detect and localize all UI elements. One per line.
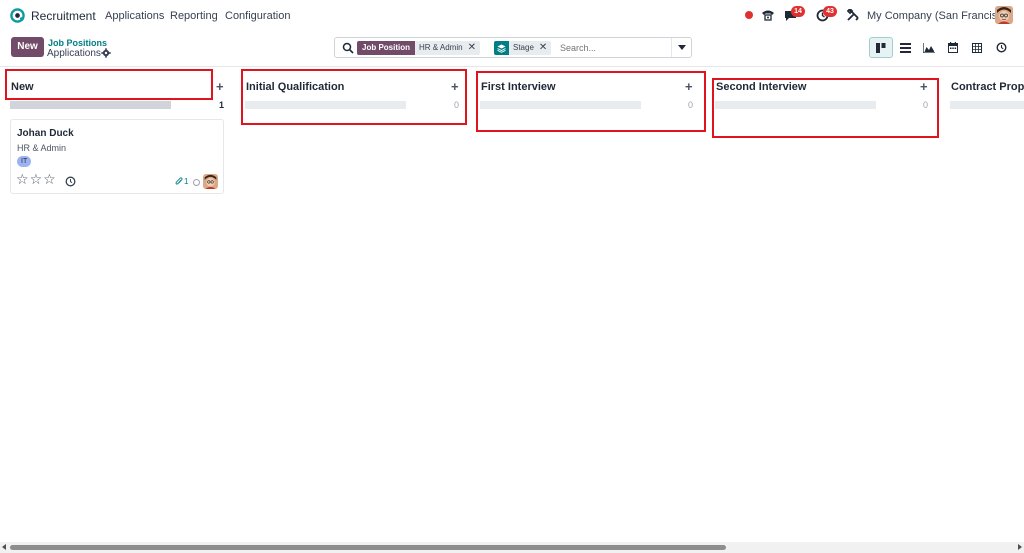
calendar-icon bbox=[948, 42, 958, 53]
list-view-button[interactable] bbox=[893, 37, 917, 58]
top-navbar: Recruitment Applications Reporting Confi… bbox=[0, 0, 1024, 32]
applicant-job-position: HR & Admin bbox=[17, 143, 67, 153]
facet-value: HR & Admin bbox=[419, 43, 463, 52]
pivot-view-button[interactable] bbox=[965, 37, 989, 58]
pivot-table-icon bbox=[972, 42, 982, 53]
company-switcher[interactable]: My Company (San Francisco) bbox=[867, 10, 1013, 22]
clock-icon bbox=[995, 42, 1007, 53]
activity-clock-icon[interactable] bbox=[65, 176, 76, 187]
facet-value-wrap: Stage ✕ bbox=[509, 41, 552, 55]
layers-icon bbox=[494, 41, 509, 55]
horizontal-scrollbar[interactable] bbox=[0, 542, 1024, 553]
search-input[interactable] bbox=[560, 40, 670, 55]
highlight-box bbox=[476, 71, 706, 132]
scroll-left-arrow-icon[interactable] bbox=[2, 544, 6, 550]
priority-stars: ☆ ☆ ☆ bbox=[16, 172, 56, 186]
new-button[interactable]: New bbox=[11, 37, 44, 57]
facet-value: Stage bbox=[513, 43, 534, 52]
star-icon[interactable]: ☆ bbox=[30, 172, 43, 186]
activities-badge: 43 bbox=[823, 6, 837, 17]
highlight-box bbox=[5, 69, 213, 100]
menu-configuration[interactable]: Configuration bbox=[225, 10, 290, 22]
menu-applications[interactable]: Applications bbox=[105, 10, 164, 22]
facet-label: Job Position bbox=[357, 41, 415, 55]
page-title: Applications bbox=[47, 48, 101, 59]
search-icon[interactable] bbox=[342, 42, 354, 54]
status-dot-icon[interactable] bbox=[745, 11, 753, 19]
activity-view-button[interactable] bbox=[989, 37, 1013, 58]
tag-badge: IT bbox=[17, 156, 32, 167]
remove-facet-icon[interactable]: ✕ bbox=[468, 41, 476, 55]
kanban-column-new: New + 1 Johan Duck HR & Admin IT ☆ ☆ ☆ 1 bbox=[0, 67, 235, 542]
menu-reporting[interactable]: Reporting bbox=[170, 10, 218, 22]
tools-icon[interactable] bbox=[847, 9, 859, 21]
phone-icon[interactable] bbox=[761, 9, 775, 22]
kanban-column-contract-proposal: Contract Propo bbox=[940, 67, 1024, 542]
kanban-column-initial-qualification: Initial Qualification + 0 bbox=[235, 67, 470, 542]
kanban-column-first-interview: First Interview + 0 bbox=[470, 67, 706, 542]
highlight-box bbox=[241, 69, 467, 125]
graph-view-button[interactable] bbox=[917, 37, 941, 58]
paperclip-icon bbox=[175, 177, 183, 185]
search-bar[interactable]: Job Position HR & Admin ✕ Stage ✕ bbox=[334, 37, 692, 58]
view-switcher bbox=[869, 37, 1013, 58]
highlight-box bbox=[712, 78, 939, 138]
caret-down-icon bbox=[677, 45, 686, 50]
facet-group-by-stage: Stage ✕ bbox=[494, 41, 552, 55]
recruitment-app-icon[interactable] bbox=[10, 8, 25, 23]
list-icon bbox=[899, 42, 911, 53]
calendar-view-button[interactable] bbox=[941, 37, 965, 58]
kanban-board: New + 1 Johan Duck HR & Admin IT ☆ ☆ ☆ 1 bbox=[0, 67, 1024, 542]
star-icon[interactable]: ☆ bbox=[43, 172, 56, 186]
kanban-card[interactable]: Johan Duck HR & Admin IT ☆ ☆ ☆ 1 bbox=[10, 119, 224, 194]
kanban-state-icon[interactable] bbox=[193, 179, 200, 186]
applicant-name: Johan Duck bbox=[17, 128, 74, 139]
kanban-view-button[interactable] bbox=[869, 37, 893, 58]
facet-job-position: Job Position HR & Admin ✕ bbox=[357, 41, 480, 55]
column-title[interactable]: Contract Propo bbox=[951, 81, 1024, 93]
attachments-count: 1 bbox=[184, 177, 189, 186]
search-options-toggle[interactable] bbox=[671, 38, 691, 57]
app-name[interactable]: Recruitment bbox=[31, 9, 96, 23]
kanban-icon bbox=[875, 42, 885, 53]
column-progress-bar[interactable] bbox=[950, 101, 1024, 109]
attachments-counter[interactable]: 1 bbox=[175, 177, 188, 186]
scroll-right-arrow-icon[interactable] bbox=[1018, 544, 1022, 550]
column-progress-fill bbox=[10, 101, 171, 109]
star-icon[interactable]: ☆ bbox=[16, 172, 29, 186]
remove-facet-icon[interactable]: ✕ bbox=[539, 41, 547, 55]
recruiter-avatar[interactable] bbox=[203, 174, 218, 189]
scrollbar-thumb[interactable] bbox=[10, 545, 726, 550]
kanban-column-second-interview: Second Interview + 0 bbox=[705, 67, 940, 542]
facet-value-wrap: HR & Admin ✕ bbox=[415, 41, 480, 55]
messages-badge: 14 bbox=[791, 6, 805, 17]
area-chart-icon bbox=[923, 42, 935, 53]
column-progress-bar[interactable] bbox=[10, 101, 171, 109]
column-count: 1 bbox=[219, 100, 225, 110]
gear-icon[interactable] bbox=[101, 48, 111, 58]
breadcrumb-job-positions[interactable]: Job Positions bbox=[48, 38, 107, 48]
user-avatar[interactable] bbox=[995, 6, 1013, 24]
quick-create-plus-icon[interactable]: + bbox=[216, 79, 224, 94]
